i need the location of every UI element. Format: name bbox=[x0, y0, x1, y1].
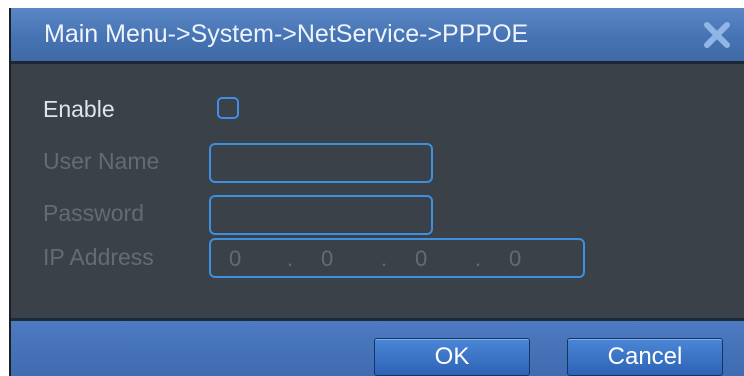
close-icon[interactable] bbox=[702, 20, 732, 50]
ip-separator: . bbox=[381, 246, 388, 271]
username-label: User Name bbox=[43, 148, 160, 174]
password-label: Password bbox=[43, 200, 144, 226]
username-field[interactable] bbox=[209, 143, 433, 183]
enable-checkbox[interactable] bbox=[217, 97, 239, 119]
ip-octet-4[interactable]: 0 bbox=[509, 246, 521, 272]
ip-address-label: IP Address bbox=[43, 244, 154, 270]
password-field[interactable] bbox=[209, 195, 433, 235]
button-bar: OK Cancel bbox=[11, 318, 744, 376]
ip-octet-3[interactable]: 0 bbox=[415, 246, 427, 272]
ip-octet-1[interactable]: 0 bbox=[229, 246, 241, 272]
ok-button[interactable]: OK bbox=[374, 338, 530, 376]
form-panel: Enable User Name Password IP Address 0 .… bbox=[11, 64, 744, 318]
ip-separator: . bbox=[475, 246, 482, 271]
title-bar: Main Menu->System->NetService->PPPOE bbox=[11, 8, 744, 64]
enable-label: Enable bbox=[43, 96, 115, 122]
ip-octet-2[interactable]: 0 bbox=[321, 246, 333, 272]
window-title: Main Menu->System->NetService->PPPOE bbox=[44, 20, 529, 48]
ip-address-field[interactable]: 0 . 0 . 0 . 0 bbox=[209, 238, 585, 278]
cancel-button[interactable]: Cancel bbox=[567, 338, 723, 376]
ip-separator: . bbox=[287, 246, 294, 271]
pppoe-dialog: Main Menu->System->NetService->PPPOE Ena… bbox=[9, 8, 744, 376]
